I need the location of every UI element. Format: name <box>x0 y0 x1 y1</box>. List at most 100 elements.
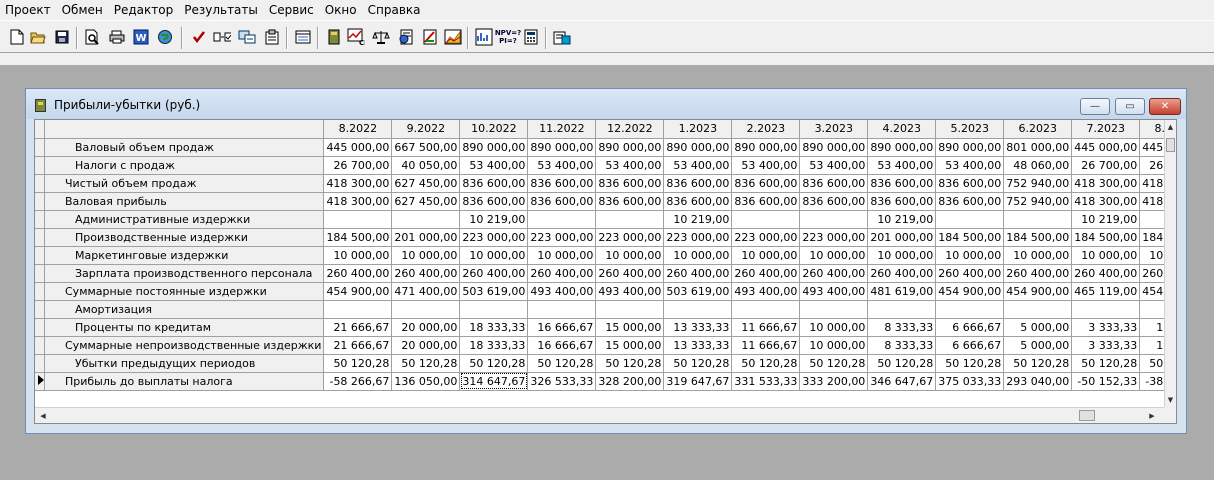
table-cell[interactable]: 1 666,67 <box>1139 318 1164 337</box>
table-cell[interactable]: 10 000,00 <box>1139 246 1164 265</box>
table-cell[interactable]: 18 333,33 <box>459 318 529 337</box>
minimize-button[interactable]: — <box>1080 98 1110 115</box>
table-cell[interactable]: 260 400,00 <box>799 264 869 283</box>
new-document-icon[interactable] <box>8 28 26 46</box>
table-cell[interactable]: 18 333,33 <box>459 336 529 355</box>
table-cell[interactable]: 481 619,00 <box>867 282 937 301</box>
table-cell[interactable]: 260 400,00 <box>595 264 665 283</box>
row-indicator[interactable] <box>35 192 45 211</box>
table-row[interactable]: Суммарные непроизводственные издержки 21 … <box>35 336 1164 355</box>
table-cell[interactable]: 260 400,00 <box>935 264 1005 283</box>
table-cell[interactable]: 627 450,00 <box>391 192 461 211</box>
column-header[interactable]: 5.2023 <box>935 120 1005 139</box>
table-cell[interactable]: 53 400,00 <box>527 156 597 175</box>
table-cell[interactable]: 5 000,00 <box>1003 318 1073 337</box>
column-header[interactable]: 11.2022 <box>527 120 597 139</box>
table-cell[interactable]: 1 666,67 <box>1139 336 1164 355</box>
table-cell[interactable]: 418 300,00 <box>323 174 393 193</box>
table-cell[interactable]: 418 300,00 <box>1071 192 1141 211</box>
vertical-scroll-thumb[interactable] <box>1166 138 1175 152</box>
report-icon[interactable] <box>397 28 415 46</box>
table-row[interactable]: Прибыль до выплаты налога -58 266,67 136 0… <box>35 372 1164 391</box>
save-disk-icon[interactable] <box>53 28 71 46</box>
table-cell[interactable] <box>663 300 733 319</box>
table-cell[interactable]: -38 266,67 <box>1139 372 1164 391</box>
table-cell[interactable]: 319 647,67 <box>663 372 733 391</box>
table-cell[interactable]: 260 400,00 <box>1139 264 1164 283</box>
table-cell[interactable]: 333 200,00 <box>799 372 869 391</box>
row-indicator[interactable] <box>35 264 45 283</box>
menu-item-1[interactable]: Обмен <box>57 0 109 20</box>
cash-flow-icon[interactable]: CF <box>347 28 365 46</box>
table-cell[interactable]: 201 000,00 <box>867 228 937 247</box>
table-cell[interactable]: 10 000,00 <box>799 246 869 265</box>
table-cell[interactable]: 836 600,00 <box>527 174 597 193</box>
table-cell[interactable]: 752 940,00 <box>1003 174 1073 193</box>
close-button[interactable]: ✕ <box>1149 98 1181 115</box>
table-cell[interactable]: 15 000,00 <box>595 336 665 355</box>
table-cell[interactable]: 667 500,00 <box>391 138 461 157</box>
table-cell[interactable]: 836 600,00 <box>663 174 733 193</box>
table-cell[interactable]: 418 300,00 <box>323 192 393 211</box>
table-cell[interactable]: 260 400,00 <box>1071 264 1141 283</box>
table-cell[interactable]: 10 219,00 <box>663 210 733 229</box>
column-header[interactable]: 7.2023 <box>1071 120 1141 139</box>
table-cell[interactable]: 20 000,00 <box>391 318 461 337</box>
row-indicator[interactable] <box>35 156 45 175</box>
scroll-right-arrow-icon[interactable]: ▶ <box>1145 409 1159 423</box>
row-indicator[interactable] <box>35 282 45 301</box>
table-cell[interactable]: 50 120,28 <box>731 354 801 373</box>
table-cell[interactable]: 260 400,00 <box>391 264 461 283</box>
table-cell[interactable]: 260 400,00 <box>459 264 529 283</box>
table-cell[interactable]: 375 033,33 <box>935 372 1005 391</box>
table-cell[interactable]: 26 700,00 <box>1071 156 1141 175</box>
open-folder-icon[interactable] <box>29 28 47 46</box>
table-cell[interactable]: 836 600,00 <box>527 192 597 211</box>
table-cell[interactable] <box>391 300 461 319</box>
horizontal-scroll-thumb[interactable] <box>1079 410 1095 421</box>
table-cell[interactable]: 314 647,67 <box>459 372 529 391</box>
table-cell[interactable]: 418 300,00 <box>1071 174 1141 193</box>
table-cell[interactable]: 10 219,00 <box>1071 210 1141 229</box>
table-cell[interactable]: 10 000,00 <box>867 246 937 265</box>
row-indicator[interactable] <box>35 336 45 355</box>
table-cell[interactable] <box>935 300 1005 319</box>
table-cell[interactable]: 50 120,28 <box>935 354 1005 373</box>
column-header[interactable]: 10.2022 <box>459 120 529 139</box>
column-header[interactable]: 1.2023 <box>663 120 733 139</box>
table-cell[interactable]: 493 400,00 <box>595 282 665 301</box>
table-cell[interactable]: 10 000,00 <box>527 246 597 265</box>
table-cell[interactable] <box>1139 210 1164 229</box>
table-cell[interactable] <box>731 210 801 229</box>
menu-item-3[interactable]: Результаты <box>179 0 264 20</box>
row-indicator[interactable] <box>35 246 45 265</box>
check-data-icon[interactable] <box>213 28 231 46</box>
table-view-icon[interactable] <box>294 28 312 46</box>
table-cell[interactable] <box>1003 210 1073 229</box>
table-row[interactable]: Маркетинговые издержки 10 000,00 10 000,00… <box>35 246 1164 265</box>
table-cell[interactable]: 50 120,28 <box>663 354 733 373</box>
table-cell[interactable]: -50 152,33 <box>1071 372 1141 391</box>
npv-pi-indicator[interactable]: NPV=? PI=? <box>495 28 521 46</box>
table-cell[interactable]: 10 000,00 <box>1003 246 1073 265</box>
table-cell[interactable]: 10 000,00 <box>323 246 393 265</box>
table-cell[interactable]: 13 333,33 <box>663 318 733 337</box>
table-cell[interactable]: 326 533,33 <box>527 372 597 391</box>
table-cell[interactable]: 836 600,00 <box>663 192 733 211</box>
table-cell[interactable]: 10 000,00 <box>935 246 1005 265</box>
table-row[interactable]: Административные издержки 10 219,00 10 219… <box>35 210 1164 229</box>
table-cell[interactable]: 223 000,00 <box>459 228 529 247</box>
table-cell[interactable]: 836 600,00 <box>459 192 529 211</box>
table-cell[interactable]: 890 000,00 <box>867 138 937 157</box>
table-cell[interactable]: 53 400,00 <box>459 156 529 175</box>
table-cell[interactable]: 16 666,67 <box>527 336 597 355</box>
row-indicator[interactable] <box>35 318 45 337</box>
scroll-left-arrow-icon[interactable]: ◀ <box>36 409 50 423</box>
table-cell[interactable]: 53 400,00 <box>935 156 1005 175</box>
table-cell[interactable]: 445 000,00 <box>1139 138 1164 157</box>
table-cell[interactable] <box>867 300 937 319</box>
window-titlebar[interactable]: Прибыли-убытки (руб.) — ▭ ✕ <box>26 89 1186 119</box>
table-cell[interactable]: 346 647,67 <box>867 372 937 391</box>
table-cell[interactable]: 20 000,00 <box>391 336 461 355</box>
analysis-icon[interactable] <box>475 28 493 46</box>
